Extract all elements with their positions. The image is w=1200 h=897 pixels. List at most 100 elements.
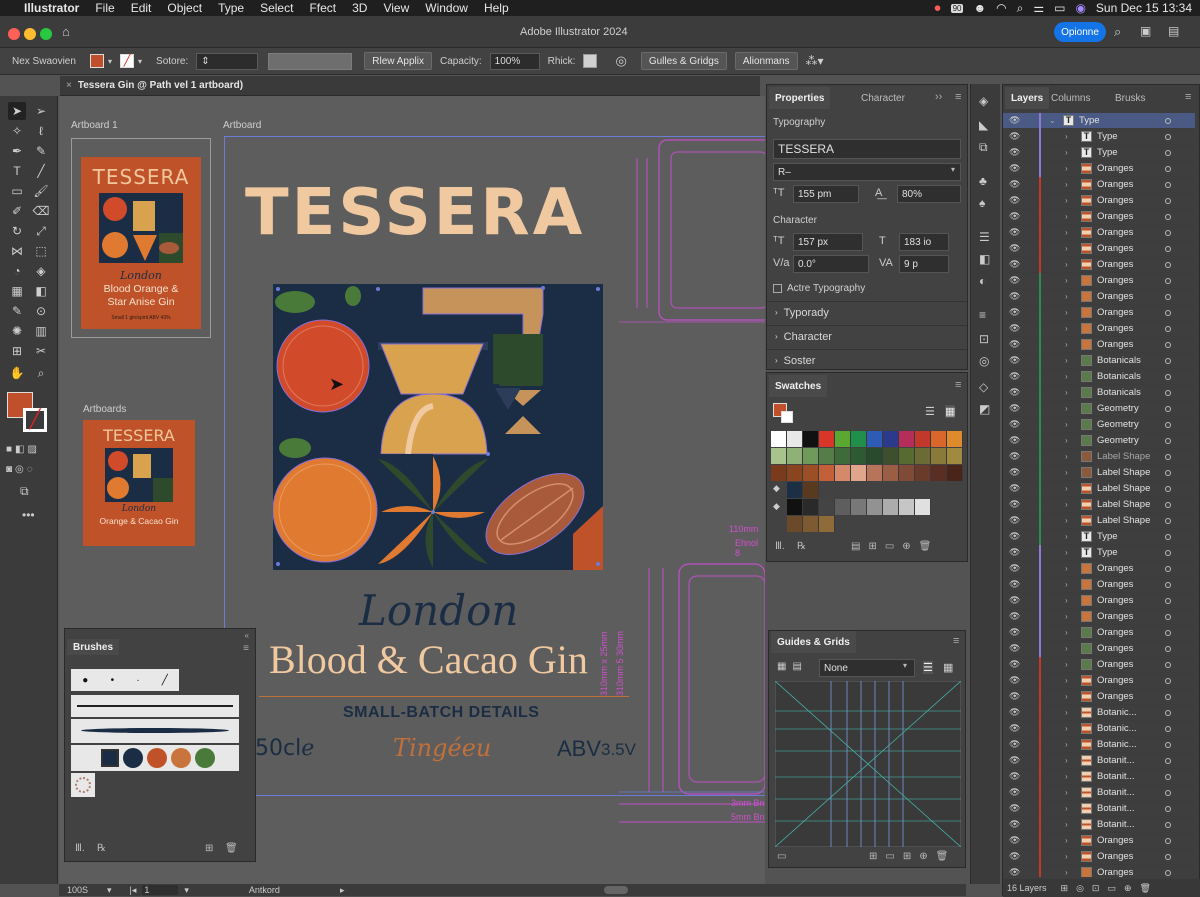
expand-chevron-icon[interactable]: ›: [1065, 644, 1068, 653]
symbol-sprayer-icon[interactable]: ✺: [8, 322, 26, 340]
horizontal-scrollbar[interactable]: [604, 886, 629, 894]
swatch-6-3[interactable]: [819, 516, 835, 532]
tracking-field[interactable]: 183 io: [899, 233, 949, 251]
layer-row[interactable]: 👁 › Botanit...: [1003, 785, 1195, 801]
swatch-3-2[interactable]: [787, 465, 803, 481]
brush-calligraphic[interactable]: ╱: [162, 675, 168, 686]
main-signature[interactable]: Tingéeu: [393, 734, 491, 762]
apply-button[interactable]: Rlew Applix: [364, 52, 432, 70]
guide-mode-icons[interactable]: ▦▤: [777, 661, 808, 672]
visibility-eye-icon[interactable]: 👁: [1009, 163, 1020, 174]
prev-artboard-icon[interactable]: |◂: [130, 885, 137, 896]
share-button[interactable]: Opionne: [1054, 22, 1106, 42]
visibility-eye-icon[interactable]: 👁: [1009, 787, 1020, 798]
target-circle-icon[interactable]: [1165, 533, 1171, 540]
swatch-2-10[interactable]: [915, 448, 931, 464]
graph-tool-icon[interactable]: ▥: [32, 322, 50, 340]
recolor-icon[interactable]: ◎: [615, 53, 626, 69]
swatch-5-7[interactable]: [883, 499, 899, 515]
expand-chevron-icon[interactable]: ›: [1065, 868, 1068, 877]
target-circle-icon[interactable]: [1165, 213, 1171, 220]
blend-tool-icon[interactable]: ⊙: [32, 302, 50, 320]
visibility-eye-icon[interactable]: 👁: [1009, 739, 1020, 750]
layer-row[interactable]: 👁 › Oranges: [1003, 609, 1195, 625]
layer-row[interactable]: 👁 › Label Shape: [1003, 481, 1195, 497]
brush-new-icon[interactable]: ⊞: [205, 843, 213, 854]
lasso-icon[interactable]: ℓ: [32, 122, 50, 140]
layer-row[interactable]: 👁 › Geometry: [1003, 401, 1195, 417]
layer-row[interactable]: 👁 › T Type: [1003, 145, 1195, 161]
target-circle-icon[interactable]: [1165, 405, 1171, 412]
target-circle-icon[interactable]: [1165, 853, 1171, 860]
visibility-eye-icon[interactable]: 👁: [1009, 387, 1020, 398]
search-icon[interactable]: ⌕: [1017, 1, 1024, 16]
shaper-tool-icon[interactable]: ✐: [8, 202, 26, 220]
visibility-eye-icon[interactable]: 👁: [1009, 515, 1020, 526]
visibility-eye-icon[interactable]: 👁: [1009, 563, 1020, 574]
layer-row[interactable]: 👁 › Oranges: [1003, 241, 1195, 257]
swatch-1-3[interactable]: [803, 431, 819, 447]
expand-row-2[interactable]: › Character: [767, 325, 967, 347]
target-circle-icon[interactable]: [1165, 709, 1171, 716]
baseline-field[interactable]: 0.0°: [793, 255, 869, 273]
menu-help[interactable]: Help: [476, 1, 517, 15]
target-circle-icon[interactable]: [1165, 245, 1171, 252]
wifi-icon[interactable]: ◠: [996, 1, 1006, 15]
expand-chevron-icon[interactable]: ›: [1065, 532, 1068, 541]
opacity-field[interactable]: 100%: [489, 52, 540, 70]
swatch-3-12[interactable]: [947, 465, 963, 481]
grid-view-icon[interactable]: ▦: [945, 405, 956, 418]
layer-row[interactable]: 👁 › Botanicals: [1003, 353, 1195, 369]
swatch-3-1[interactable]: [771, 465, 787, 481]
target-circle-icon[interactable]: [1165, 453, 1171, 460]
target-circle-icon[interactable]: [1165, 741, 1171, 748]
swatch-5-8[interactable]: [899, 499, 915, 515]
guides-grids-button[interactable]: Gulles & Gridgs: [640, 52, 727, 70]
expand-chevron-icon[interactable]: ›: [1065, 692, 1068, 701]
zoom-tool-icon[interactable]: ⌕: [32, 364, 50, 382]
swatch-5-6[interactable]: [867, 499, 883, 515]
layer-row[interactable]: 👁 › Botanit...: [1003, 769, 1195, 785]
target-circle-icon[interactable]: [1165, 229, 1171, 236]
layer-row[interactable]: 👁 › Oranges: [1003, 193, 1195, 209]
target-circle-icon[interactable]: [1165, 421, 1171, 428]
main-artwork[interactable]: [273, 284, 603, 570]
selection-tool-icon[interactable]: ➤: [8, 102, 26, 120]
visibility-eye-icon[interactable]: 👁: [1009, 499, 1020, 510]
active-typography-label[interactable]: Actre Typography: [787, 283, 865, 294]
layer-row[interactable]: 👁 › Oranges: [1003, 321, 1195, 337]
layer-row[interactable]: 👁 › Geometry: [1003, 433, 1195, 449]
expand-chevron-icon[interactable]: ›: [1065, 724, 1068, 733]
target-circle-icon[interactable]: [1165, 597, 1171, 604]
free-transform-icon[interactable]: ⬚: [32, 242, 50, 260]
expand-chevron-icon[interactable]: ›: [1065, 756, 1068, 765]
tab-character[interactable]: Character: [855, 87, 911, 109]
expand-chevron-icon[interactable]: ›: [1065, 660, 1068, 669]
target-circle-icon[interactable]: [1165, 277, 1171, 284]
target-circle-icon[interactable]: [1165, 725, 1171, 732]
target-circle-icon[interactable]: [1165, 837, 1171, 844]
eyedropper-icon[interactable]: ✎: [8, 302, 26, 320]
expand-chevron-icon[interactable]: ›: [1065, 164, 1068, 173]
expand-chevron-icon[interactable]: ›: [1065, 612, 1068, 621]
visibility-eye-icon[interactable]: 👁: [1009, 227, 1020, 238]
swatch-3-10[interactable]: [915, 465, 931, 481]
expand-chevron-icon[interactable]: ›: [1065, 468, 1068, 477]
brush-stroke-2[interactable]: [71, 719, 239, 743]
grid-view-icon[interactable]: ▦: [943, 661, 953, 674]
swatch-5-2[interactable]: [803, 499, 819, 515]
expand-row-3[interactable]: › Soster: [767, 349, 967, 371]
visibility-eye-icon[interactable]: 👁: [1009, 851, 1020, 862]
visibility-eye-icon[interactable]: 👁: [1009, 355, 1020, 366]
expand-chevron-icon[interactable]: ›: [1065, 628, 1068, 637]
main-product-name[interactable]: Blood & Cacao Gin: [269, 636, 588, 683]
visibility-eye-icon[interactable]: 👁: [1009, 819, 1020, 830]
swatch-1-5[interactable]: [835, 431, 851, 447]
expand-chevron-icon[interactable]: ›: [1065, 548, 1068, 557]
gradient-panel-icon[interactable]: ◧: [979, 252, 990, 266]
layer-row[interactable]: 👁 › Oranges: [1003, 257, 1195, 273]
swatch-2-12[interactable]: [947, 448, 963, 464]
swatch-3-8[interactable]: [883, 465, 899, 481]
main-brand-title[interactable]: TESSERA: [245, 176, 585, 250]
layer-row[interactable]: 👁 › Oranges: [1003, 225, 1195, 241]
